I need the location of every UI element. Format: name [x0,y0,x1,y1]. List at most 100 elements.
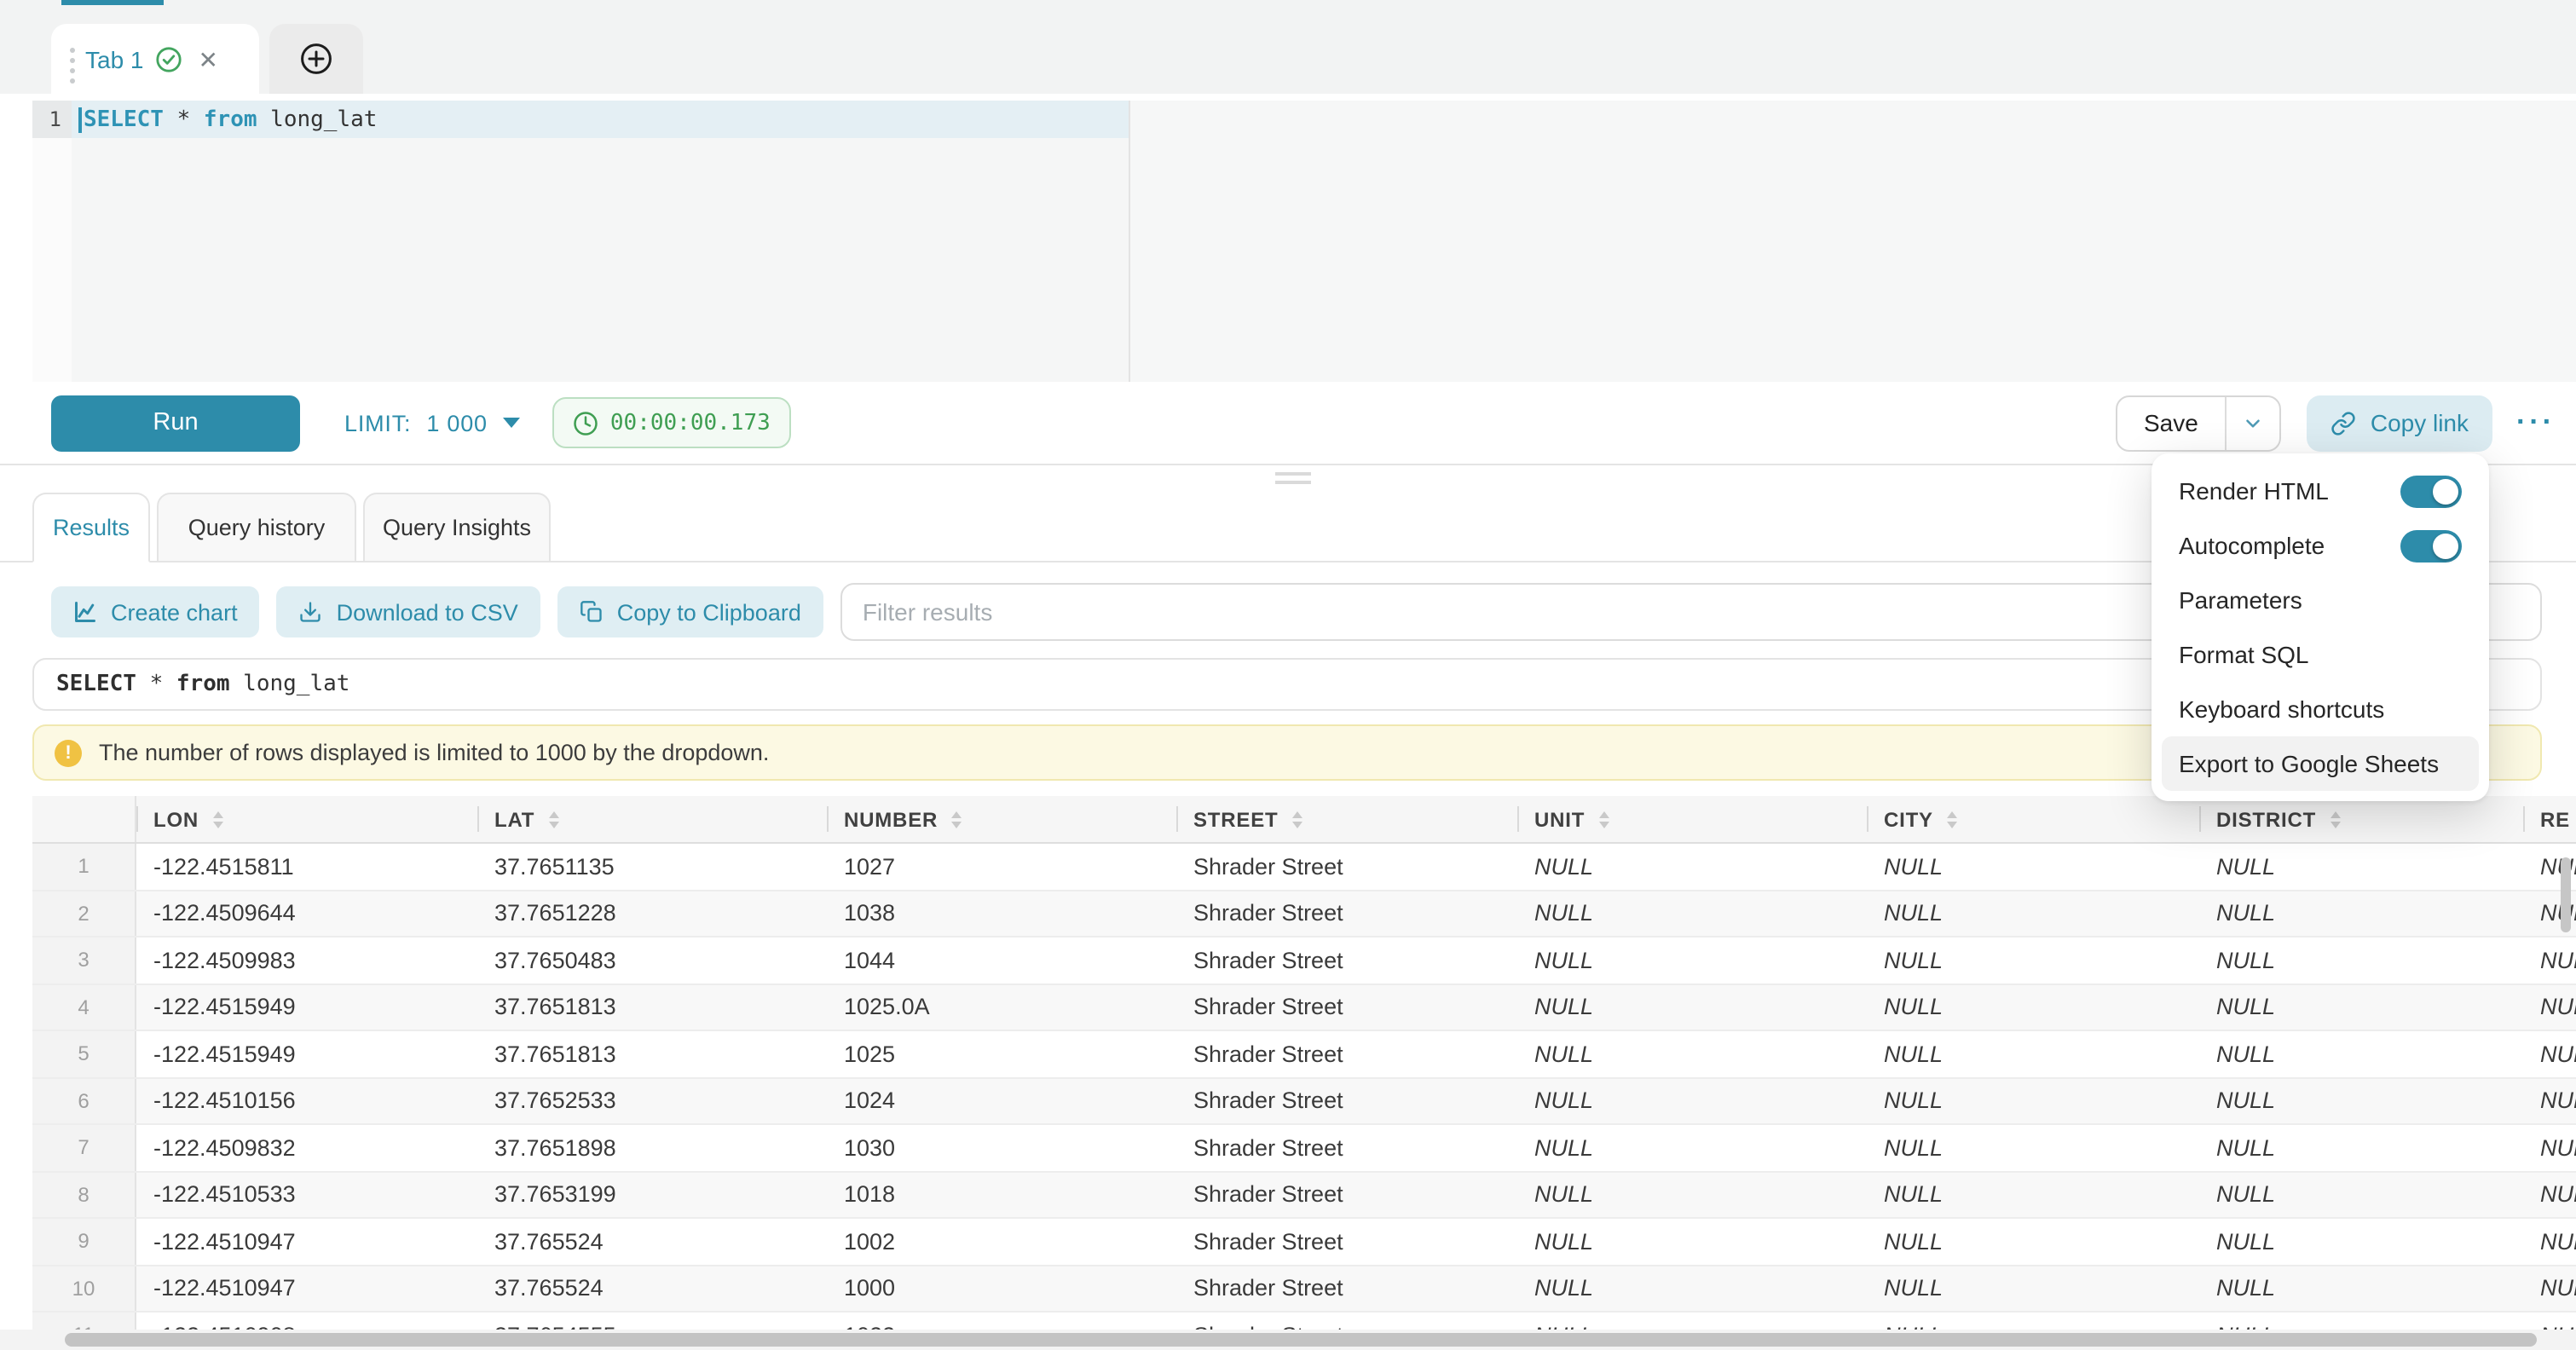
table-cell[interactable]: NULL [1517,844,1867,889]
table-cell[interactable]: NULL [2523,1219,2576,1264]
table-cell[interactable]: Shrader Street [1176,844,1517,889]
table-cell[interactable]: NULL [1517,938,1867,983]
table-cell[interactable]: Shrader Street [1176,938,1517,983]
code-area[interactable]: 1 SELECT * from long_lat [32,101,1129,382]
table-row[interactable]: 2-122.450964437.76512281038Shrader Stree… [32,891,2576,938]
table-cell[interactable]: -122.4510947 [136,1219,477,1264]
table-cell[interactable]: NULL [2523,1031,2576,1076]
copy-link-button[interactable]: Copy link [2307,395,2492,451]
table-row[interactable]: 6-122.451015637.76525331024Shrader Stree… [32,1078,2576,1125]
horizontal-scrollbar-thumb[interactable] [65,1333,2537,1347]
table-cell[interactable]: Shrader Street [1176,1266,1517,1311]
table-cell[interactable]: 1044 [827,938,1176,983]
table-row[interactable]: 7-122.450983237.76518981030Shrader Stree… [32,1125,2576,1172]
table-cell[interactable]: NULL [2199,1031,2523,1076]
table-cell[interactable]: Shrader Street [1176,1219,1517,1264]
column-header-lon[interactable]: LON [136,796,477,842]
table-cell[interactable]: -122.4509832 [136,1125,477,1170]
column-header-city[interactable]: CITY [1867,796,2199,842]
table-cell[interactable]: Shrader Street [1176,1078,1517,1123]
table-cell[interactable]: NULL [1517,1219,1867,1264]
table-cell[interactable]: 1025.0A [827,984,1176,1030]
table-cell[interactable]: -122.4515811 [136,844,477,889]
table-cell[interactable]: 37.7651813 [477,1031,827,1076]
table-cell[interactable]: NULL [2199,1078,2523,1123]
tab-results[interactable]: Results [32,493,150,562]
table-row[interactable]: 3-122.450998337.76504831044Shrader Stree… [32,938,2576,984]
download-csv-button[interactable]: Download to CSV [277,586,540,638]
table-cell[interactable]: NULL [2523,1266,2576,1311]
menu-item-keyboard-shortcuts[interactable]: Keyboard shortcuts [2162,682,2479,736]
table-cell[interactable]: 37.7651228 [477,891,827,936]
column-header-re[interactable]: RE [2523,796,2576,842]
save-button[interactable]: Save [2117,396,2226,449]
sql-line-1[interactable]: SELECT * from long_lat [72,101,1129,138]
more-options-button[interactable]: ··· [2516,406,2556,440]
render-html-toggle[interactable] [2400,475,2462,507]
table-cell[interactable]: 37.765524 [477,1219,827,1264]
table-cell[interactable]: NULL [1517,1266,1867,1311]
new-tab-button[interactable] [269,24,363,94]
table-cell[interactable]: Shrader Street [1176,891,1517,936]
table-cell[interactable]: NULL [2523,1125,2576,1170]
column-header-street[interactable]: STREET [1176,796,1517,842]
table-cell[interactable]: NULL [2199,891,2523,936]
column-header-number[interactable]: NUMBER [827,796,1176,842]
menu-item-format-sql[interactable]: Format SQL [2162,627,2479,682]
menu-item-autocomplete[interactable]: Autocomplete [2162,518,2479,573]
sort-icon[interactable] [951,811,962,828]
table-cell[interactable]: NULL [1517,1078,1867,1123]
table-cell[interactable]: -122.4509644 [136,891,477,936]
sort-icon[interactable] [1947,811,1957,828]
table-cell[interactable]: NULL [1867,1172,2199,1217]
create-chart-button[interactable]: Create chart [51,586,260,638]
sort-icon[interactable] [548,811,558,828]
table-cell[interactable]: 37.7651135 [477,844,827,889]
table-cell[interactable]: NULL [2199,938,2523,983]
menu-item-parameters[interactable]: Parameters [2162,573,2479,627]
table-cell[interactable]: NULL [1517,1031,1867,1076]
close-tab-icon[interactable]: ✕ [199,47,218,71]
table-cell[interactable]: 37.7651813 [477,984,827,1030]
table-cell[interactable]: 1030 [827,1125,1176,1170]
menu-item-render-html[interactable]: Render HTML [2162,464,2479,518]
table-cell[interactable]: 1000 [827,1266,1176,1311]
table-cell[interactable]: NULL [1867,1031,2199,1076]
tab-query-history[interactable]: Query history [157,493,356,562]
table-row[interactable]: 9-122.451094737.7655241002Shrader Street… [32,1219,2576,1266]
menu-item-export-google-sheets[interactable]: Export to Google Sheets [2162,736,2479,791]
table-cell[interactable]: 1038 [827,891,1176,936]
table-cell[interactable]: NULL [1867,1266,2199,1311]
sql-editor[interactable]: 1 SELECT * from long_lat [0,94,2576,382]
table-cell[interactable]: NULL [1517,1125,1867,1170]
table-cell[interactable]: 37.7651898 [477,1125,827,1170]
table-cell[interactable]: NULL [1867,1125,2199,1170]
tab-1[interactable]: Tab 1 ✕ [51,24,259,94]
table-row[interactable]: 5-122.451594937.76518131025Shrader Stree… [32,1031,2576,1078]
autocomplete-toggle[interactable] [2400,529,2462,562]
table-cell[interactable]: NULL [2199,984,2523,1030]
column-header-district[interactable]: DISTRICT [2199,796,2523,842]
vertical-scrollbar[interactable] [2561,857,2571,932]
table-cell[interactable]: NULL [2523,984,2576,1030]
table-cell[interactable]: NULL [2199,1172,2523,1217]
table-row[interactable]: 8-122.451053337.76531991018Shrader Stree… [32,1172,2576,1219]
table-cell[interactable]: 1002 [827,1219,1176,1264]
table-cell[interactable]: NULL [1867,844,2199,889]
tab-query-insights[interactable]: Query Insights [363,493,551,562]
table-cell[interactable]: 1018 [827,1172,1176,1217]
table-cell[interactable]: NULL [1517,891,1867,936]
column-header-lat[interactable]: LAT [477,796,827,842]
table-cell[interactable]: -122.4509983 [136,938,477,983]
table-cell[interactable]: NULL [2199,844,2523,889]
tab-drag-handle-icon[interactable] [70,47,75,52]
table-cell[interactable]: NULL [1517,984,1867,1030]
table-cell[interactable]: -122.4510156 [136,1078,477,1123]
sort-icon[interactable] [212,811,222,828]
limit-dropdown[interactable]: LIMIT: 1 000 [344,410,520,436]
table-cell[interactable]: NULL [2199,1219,2523,1264]
table-cell[interactable]: Shrader Street [1176,984,1517,1030]
table-cell[interactable]: 37.7652533 [477,1078,827,1123]
column-header-unit[interactable]: UNIT [1517,796,1867,842]
sort-icon[interactable] [1292,811,1302,828]
